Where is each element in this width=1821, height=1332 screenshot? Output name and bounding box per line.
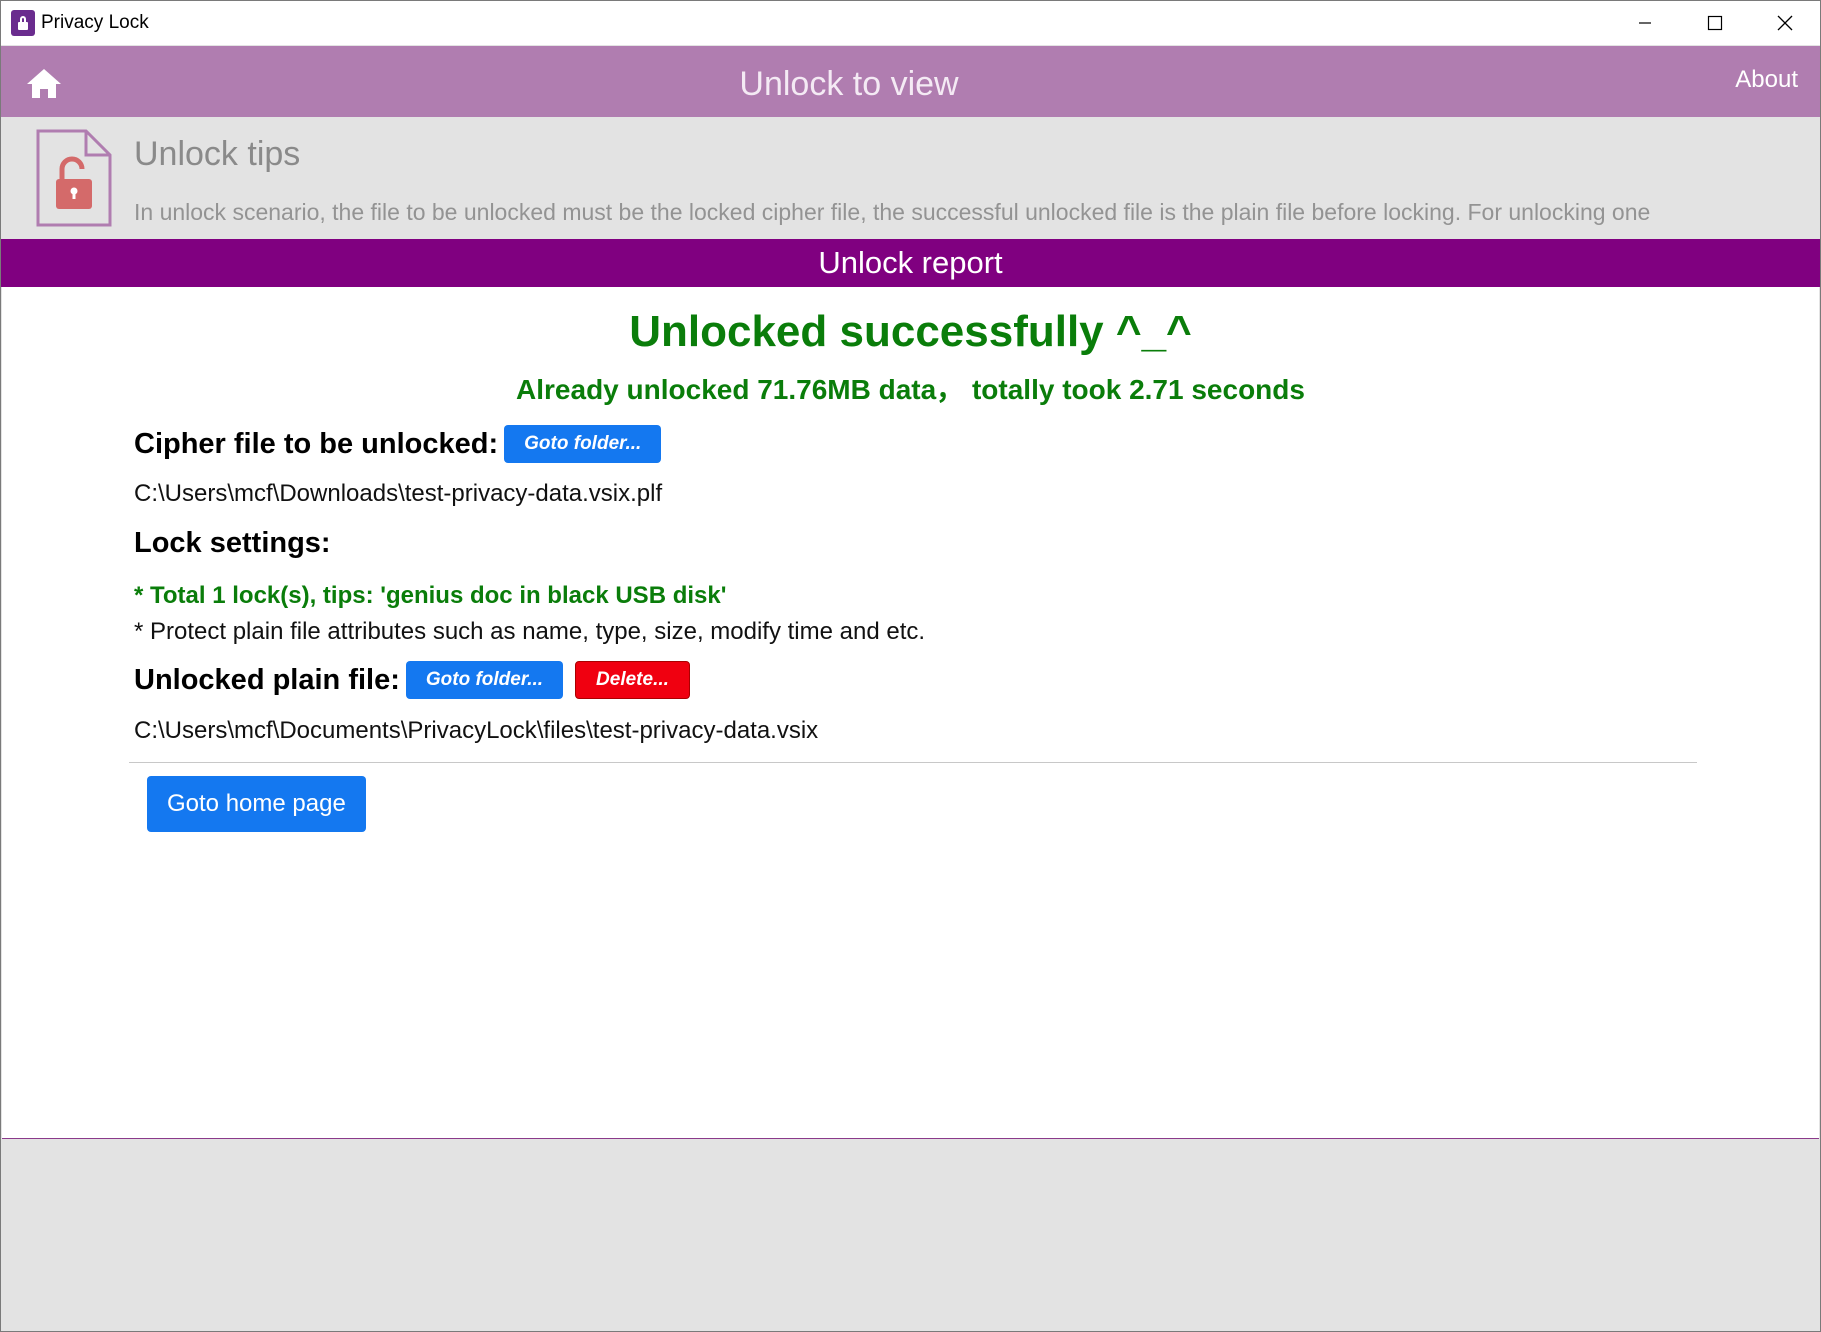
- tips-text: In unlock scenario, the file to be unloc…: [134, 199, 1651, 225]
- title-bar[interactable]: Privacy Lock: [1, 1, 1820, 45]
- report-bar: Unlock report: [1, 239, 1820, 287]
- window-title: Privacy Lock: [41, 12, 149, 33]
- delete-button[interactable]: Delete...: [575, 661, 690, 699]
- unlocked-document-icon: [36, 129, 112, 227]
- plain-file-path: C:\Users\mcf\Documents\PrivacyLock\files…: [134, 717, 819, 744]
- cipher-file-section: Cipher file to be unlocked: Goto folder.…: [134, 425, 662, 463]
- page-title: Unlock to view: [739, 65, 959, 103]
- lock-app-icon: [11, 10, 35, 36]
- attribute-protection-setting: * Protect plain file attributes such as …: [134, 618, 926, 645]
- close-icon: [1777, 15, 1793, 31]
- header-bar: Unlock to view About: [1, 46, 1820, 117]
- plain-goto-folder-button[interactable]: Goto folder...: [405, 661, 564, 699]
- maximize-button[interactable]: [1680, 1, 1750, 45]
- tips-panel: Unlock tips In unlock scenario, the file…: [1, 117, 1820, 239]
- cipher-goto-folder-button[interactable]: Goto folder...: [504, 425, 662, 463]
- minimize-icon: [1639, 22, 1651, 24]
- success-title: Unlocked successfully ^_^: [629, 307, 1192, 356]
- report-content: Unlocked successfully ^_^ Already unlock…: [2, 287, 1819, 1139]
- maximize-icon: [1707, 15, 1723, 31]
- cipher-file-path: C:\Users\mcf\Downloads\test-privacy-data…: [134, 480, 663, 507]
- tips-title: Unlock tips: [134, 135, 301, 173]
- window-controls: [1610, 1, 1820, 45]
- plain-file-label: Unlocked plain file:: [134, 663, 400, 696]
- about-link[interactable]: About: [1735, 66, 1798, 94]
- success-summary: Already unlocked 71.76MB data， totally t…: [516, 374, 1305, 405]
- close-button[interactable]: [1750, 1, 1820, 45]
- minimize-button[interactable]: [1610, 1, 1680, 45]
- lock-settings-label: Lock settings:: [134, 527, 331, 559]
- lock-count-setting: * Total 1 lock(s), tips: 'genius doc in …: [134, 582, 727, 609]
- goto-home-button[interactable]: Goto home page: [147, 776, 366, 832]
- plain-file-section: Unlocked plain file: Goto folder... Dele…: [134, 661, 690, 699]
- cipher-file-label: Cipher file to be unlocked:: [134, 427, 499, 460]
- divider: [129, 762, 1697, 763]
- app-window: Privacy Lock Unlock to view About Unlock…: [0, 0, 1821, 1332]
